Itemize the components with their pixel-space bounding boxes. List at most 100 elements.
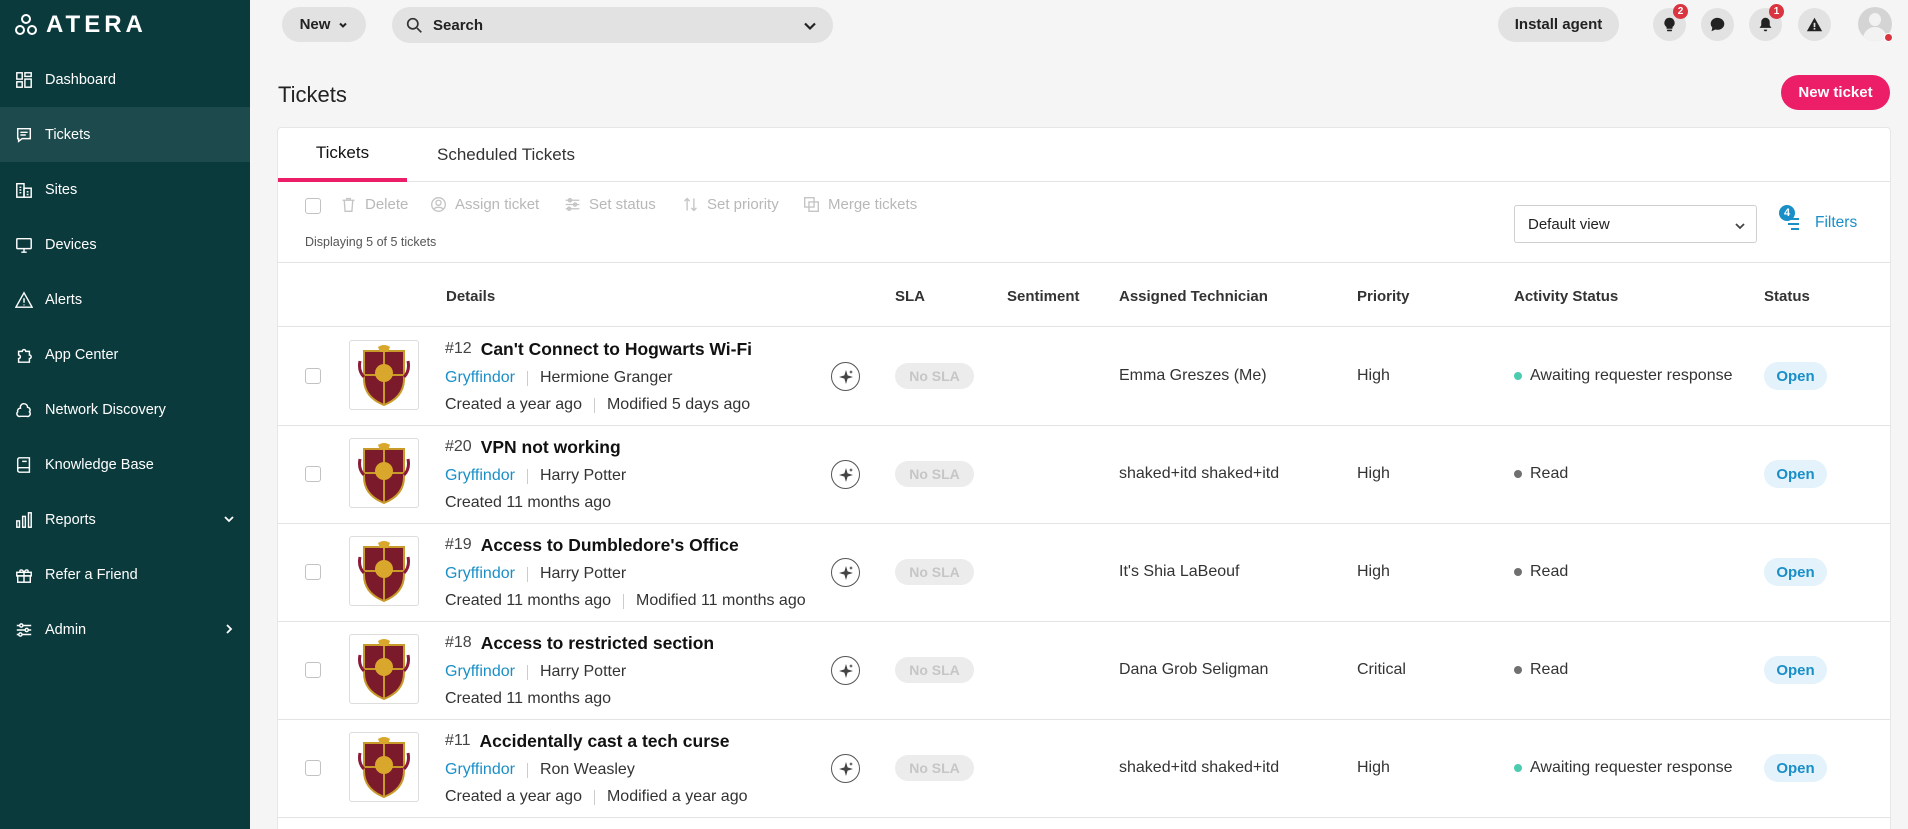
separator (526, 665, 528, 680)
status-badge[interactable]: Open (1764, 754, 1827, 782)
ai-summary-button[interactable] (831, 656, 860, 685)
column-header-sla[interactable]: SLA (895, 288, 925, 305)
ticket-title[interactable]: Accidentally cast a tech curse (480, 731, 730, 752)
column-header-status[interactable]: Status (1764, 288, 1810, 305)
chevron-down-icon[interactable] (222, 512, 236, 526)
tab-tickets[interactable]: Tickets (278, 128, 407, 182)
table-row[interactable]: #18 Access to restricted section Gryffin… (278, 622, 1890, 720)
ticket-site-link[interactable]: Gryffindor (445, 761, 515, 779)
sparkle-icon (838, 761, 853, 776)
sidebar-item-label: Devices (45, 236, 97, 253)
status-badge[interactable]: Open (1764, 558, 1827, 586)
ticket-title[interactable]: Can't Connect to Hogwarts Wi-Fi (481, 339, 752, 360)
sidebar-item-tickets[interactable]: Tickets (0, 107, 250, 162)
ticket-created: Created 11 months ago (445, 592, 612, 609)
activity-dot (1514, 568, 1522, 576)
sidebar-item-reports[interactable]: Reports (0, 492, 250, 547)
ai-summary-button[interactable] (831, 754, 860, 783)
column-header-priority[interactable]: Priority (1357, 288, 1410, 305)
warning-button[interactable] (1798, 8, 1831, 41)
ticket-title[interactable]: Access to Dumbledore's Office (481, 535, 739, 556)
ticket-requester: Harry Potter (539, 467, 627, 484)
filters-button[interactable]: 4 Filters (1779, 205, 1857, 233)
new-button[interactable]: New (282, 7, 366, 42)
chevron-down-icon (1734, 219, 1746, 236)
sidebar-item-devices[interactable]: Devices (0, 217, 250, 272)
ai-summary-button[interactable] (831, 362, 860, 391)
row-checkbox[interactable] (305, 368, 321, 384)
set-priority-label: Set priority (707, 196, 779, 213)
sidebar-item-sites[interactable]: Sites (0, 162, 250, 217)
row-checkbox[interactable] (305, 760, 321, 776)
sidebar-item-refer-a-friend[interactable]: Refer a Friend (0, 547, 250, 602)
trash-icon (342, 197, 355, 212)
merge-tickets-action[interactable]: Merge tickets (803, 196, 917, 213)
status-badge[interactable]: Open (1764, 656, 1827, 684)
status-badge[interactable]: Open (1764, 362, 1827, 390)
chat-button[interactable] (1701, 8, 1734, 41)
notifications-button[interactable]: 1 (1749, 4, 1784, 41)
column-header-sentiment[interactable]: Sentiment (1007, 288, 1080, 305)
displaying-count: Displaying 5 of 5 tickets (305, 235, 437, 249)
assign-ticket-action[interactable]: Assign ticket (430, 196, 539, 213)
tab-scheduled-tickets[interactable]: Scheduled Tickets (426, 128, 586, 182)
atera-logo[interactable]: ATERA (14, 11, 147, 38)
sidebar-item-admin[interactable]: Admin (0, 602, 250, 657)
sidebar-item-knowledge-base[interactable]: Knowledge Base (0, 437, 250, 492)
assign-ticket-label: Assign ticket (455, 196, 540, 213)
row-checkbox[interactable] (305, 466, 321, 482)
ticket-site-link[interactable]: Gryffindor (445, 565, 515, 583)
chevron-down-icon[interactable] (803, 19, 817, 33)
table-row[interactable]: #11 Accidentally cast a tech curse Gryff… (278, 720, 1890, 818)
row-checkbox[interactable] (305, 564, 321, 580)
sidebar-item-network-discovery[interactable]: Network Discovery (0, 382, 250, 437)
set-status-action[interactable]: Set status (564, 196, 656, 213)
chevron-right-icon[interactable] (222, 622, 236, 636)
ticket-modified: Modified 11 months ago (636, 592, 806, 609)
table-row[interactable]: #19 Access to Dumbledore's Office Gryffi… (278, 524, 1890, 622)
search-input[interactable] (433, 16, 793, 34)
sidebar-item-label: Dashboard (45, 71, 116, 88)
status-badge[interactable]: Open (1764, 460, 1827, 488)
view-select[interactable]: Default view (1514, 205, 1757, 243)
filter-icon: 4 (1779, 205, 1805, 233)
ticket-site-link[interactable]: Gryffindor (445, 467, 515, 485)
sidebar-item-app-center[interactable]: App Center (0, 327, 250, 382)
row-checkbox[interactable] (305, 662, 321, 678)
filters-count-badge: 4 (1779, 205, 1795, 221)
site-logo (349, 340, 419, 410)
table-header: Details SLA Sentiment Assigned Technicia… (278, 265, 1890, 327)
activity-status: Read (1514, 465, 1568, 483)
new-ticket-button[interactable]: New ticket (1781, 75, 1890, 110)
sites-icon (14, 180, 34, 200)
tickets-card: Tickets Scheduled Tickets Delete Assign … (277, 127, 1891, 829)
ticket-title[interactable]: VPN not working (481, 437, 621, 458)
activity-dot (1514, 372, 1522, 380)
column-header-details[interactable]: Details (446, 288, 495, 305)
ai-summary-button[interactable] (831, 558, 860, 587)
table-row[interactable]: #20 VPN not working Gryffindor Harry Pot… (278, 426, 1890, 524)
ai-summary-button[interactable] (831, 460, 860, 489)
column-header-assigned-technician[interactable]: Assigned Technician (1119, 288, 1268, 305)
search-bar[interactable] (392, 7, 833, 43)
ticket-priority: High (1357, 759, 1390, 776)
ticket-created: Created a year ago (445, 396, 582, 413)
column-header-activity-status[interactable]: Activity Status (1514, 288, 1618, 305)
activity-label: Awaiting requester response (1530, 759, 1733, 776)
ticket-modified: Modified 5 days ago (606, 396, 751, 413)
sidebar-item-label: Tickets (45, 126, 91, 143)
delete-action[interactable]: Delete (340, 196, 408, 213)
table-row[interactable]: #12 Can't Connect to Hogwarts Wi-Fi Gryf… (278, 328, 1890, 426)
ticket-site-link[interactable]: Gryffindor (445, 663, 515, 681)
separator (526, 567, 528, 582)
sidebar-item-alerts[interactable]: Alerts (0, 272, 250, 327)
ticket-number: #12 (445, 340, 472, 357)
lightbulb-button[interactable]: 2 (1653, 4, 1688, 41)
sidebar-item-dashboard[interactable]: Dashboard (0, 52, 250, 107)
ticket-title[interactable]: Access to restricted section (481, 633, 714, 654)
activity-status: Awaiting requester response (1514, 367, 1733, 385)
select-all-checkbox[interactable] (305, 198, 321, 214)
ticket-site-link[interactable]: Gryffindor (445, 369, 515, 387)
set-priority-action[interactable]: Set priority (682, 196, 779, 213)
install-agent-button[interactable]: Install agent (1498, 7, 1619, 42)
